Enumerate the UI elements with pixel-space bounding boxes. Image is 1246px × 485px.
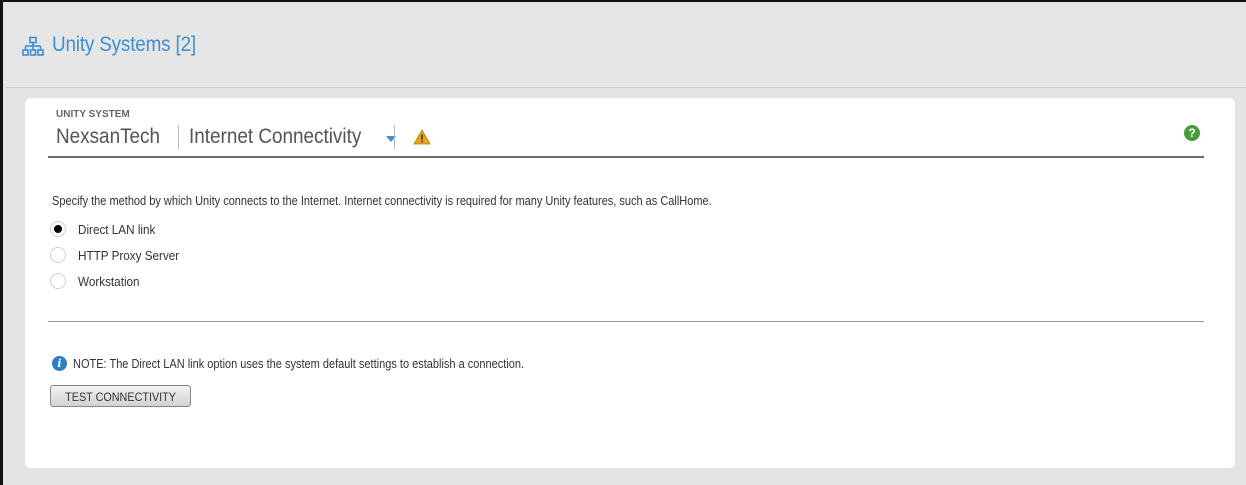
radio-button[interactable]: [50, 273, 66, 289]
radio-button[interactable]: [50, 221, 66, 237]
warning-icon[interactable]: [413, 129, 431, 145]
radio-option-direct-lan[interactable]: Direct LAN link: [50, 219, 164, 239]
radio-label[interactable]: HTTP Proxy Server: [78, 248, 179, 263]
button-label: TEST CONNECTIVITY: [65, 390, 176, 404]
card-header: NexsanTech Internet Connectivity: [56, 123, 431, 151]
description-text: Specify the method by which Unity connec…: [52, 194, 712, 208]
note-text: NOTE: The Direct LAN link option uses th…: [73, 356, 525, 371]
header-divider: [177, 125, 179, 149]
test-connectivity-button[interactable]: TEST CONNECTIVITY: [50, 385, 191, 407]
radio-option-workstation[interactable]: Workstation: [50, 271, 146, 291]
radio-button[interactable]: [50, 247, 66, 263]
section-divider: [48, 321, 1204, 322]
system-name: NexsanTech: [56, 125, 161, 148]
note-row: i NOTE: The Direct LAN link option uses …: [52, 356, 586, 371]
radio-label[interactable]: Workstation: [78, 274, 140, 289]
radio-option-http-proxy[interactable]: HTTP Proxy Server: [50, 245, 190, 265]
help-icon[interactable]: ?: [1184, 125, 1200, 141]
header-divider: [394, 125, 395, 149]
radio-selected-dot: [54, 225, 62, 233]
section-kicker: UNITY SYSTEM: [56, 109, 130, 120]
info-icon: i: [52, 356, 67, 371]
header-rule: [48, 156, 1204, 158]
radio-label[interactable]: Direct LAN link: [78, 222, 155, 237]
section-dropdown[interactable]: Internet Connectivity: [189, 125, 361, 149]
